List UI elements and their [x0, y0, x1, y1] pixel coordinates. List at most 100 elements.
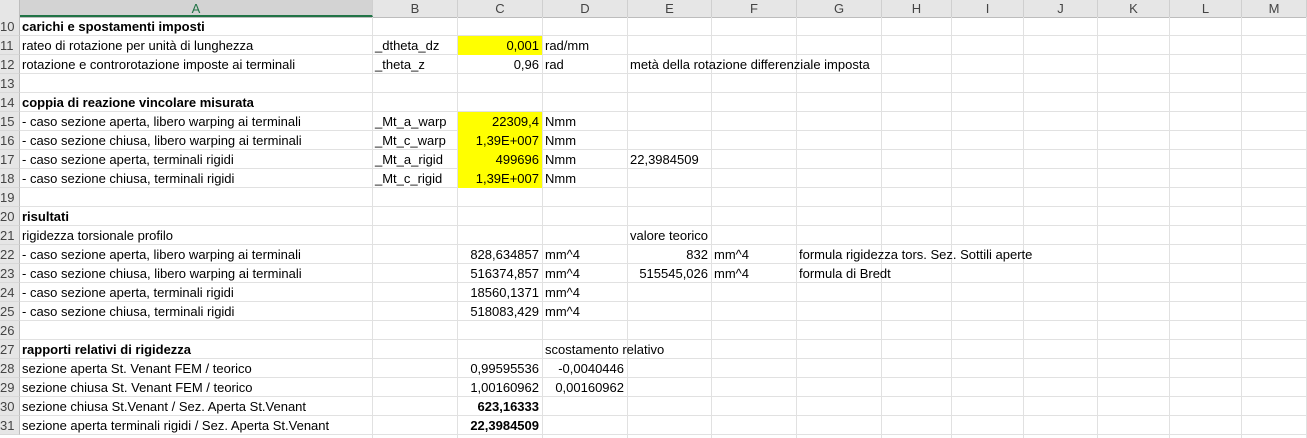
- cell-d15[interactable]: Nmm: [543, 112, 576, 131]
- cell-c29[interactable]: 1,00160962: [458, 378, 542, 397]
- cell-d29[interactable]: 0,00160962: [543, 378, 627, 397]
- cell-a29[interactable]: sezione chiusa St. Venant FEM / teorico: [20, 378, 253, 397]
- cell-e17[interactable]: 22,3984509: [628, 150, 699, 169]
- cell-a10[interactable]: carichi e spostamenti imposti: [20, 17, 205, 36]
- cell-c11[interactable]: 0,001: [458, 36, 542, 55]
- cell-a27[interactable]: rapporti relativi di rigidezza: [20, 340, 191, 359]
- cell-c24[interactable]: 18560,1371: [458, 283, 542, 302]
- cell-a20[interactable]: risultati: [20, 207, 69, 226]
- row-header[interactable]: 11: [0, 36, 20, 55]
- row-header[interactable]: 14: [0, 93, 20, 112]
- cell-d18[interactable]: Nmm: [543, 169, 576, 188]
- row-header[interactable]: 27: [0, 340, 20, 359]
- column-header-l[interactable]: L: [1170, 0, 1242, 17]
- column-header-j[interactable]: J: [1024, 0, 1098, 17]
- cell-a30[interactable]: sezione chiusa St.Venant / Sez. Aperta S…: [20, 397, 306, 416]
- cell-c28[interactable]: 0,99595536: [458, 359, 542, 378]
- spreadsheet-grid[interactable]: ABCDEFGHIJKLM 10 carichi e spostamenti im…: [0, 0, 1307, 438]
- cell-d25[interactable]: mm^4: [543, 302, 580, 321]
- column-header-a[interactable]: A: [20, 0, 373, 17]
- cell-d11[interactable]: rad/mm: [543, 36, 589, 55]
- cell-d22[interactable]: mm^4: [543, 245, 580, 264]
- row-header[interactable]: 23: [0, 264, 20, 283]
- cell-c18[interactable]: 1,39E+007: [458, 169, 542, 188]
- row-header[interactable]: 17: [0, 150, 20, 169]
- cell-c31[interactable]: 22,3984509: [458, 416, 542, 435]
- row-header[interactable]: 29: [0, 378, 20, 397]
- cell-b17[interactable]: _Mt_a_rigid: [373, 150, 443, 169]
- row-header[interactable]: 20: [0, 207, 20, 226]
- cell-d28[interactable]: -0,0040446: [543, 359, 627, 378]
- cell-g22[interactable]: formula rigidezza tors. Sez. Sottili ape…: [797, 245, 1032, 264]
- cell-a24[interactable]: - caso sezione aperta, terminali rigidi: [20, 283, 234, 302]
- row-header[interactable]: 10: [0, 17, 20, 36]
- cell-a18[interactable]: - caso sezione chiusa, terminali rigidi: [20, 169, 234, 188]
- row-header[interactable]: 30: [0, 397, 20, 416]
- cell-c12[interactable]: 0,96: [458, 55, 542, 74]
- cell-a11[interactable]: rateo di rotazione per unità di lunghezz…: [20, 36, 253, 55]
- cell-b18[interactable]: _Mt_c_rigid: [373, 169, 442, 188]
- cell-a12[interactable]: rotazione e controrotazione imposte ai t…: [20, 55, 295, 74]
- cell-a16[interactable]: - caso sezione chiusa, libero warping ai…: [20, 131, 302, 150]
- row-header[interactable]: 28: [0, 359, 20, 378]
- cell-d24[interactable]: mm^4: [543, 283, 580, 302]
- row-header[interactable]: 15: [0, 112, 20, 131]
- column-header-d[interactable]: D: [543, 0, 628, 17]
- cell-c22[interactable]: 828,634857: [458, 245, 542, 264]
- cell-a15[interactable]: - caso sezione aperta, libero warping ai…: [20, 112, 301, 131]
- cell-e21[interactable]: valore teorico: [628, 226, 708, 245]
- cell-b11[interactable]: _dtheta_dz: [373, 36, 439, 55]
- cell-c16[interactable]: 1,39E+007: [458, 131, 542, 150]
- row-header[interactable]: 12: [0, 55, 20, 74]
- cell-c15[interactable]: 22309,4: [458, 112, 542, 131]
- select-all-corner[interactable]: [0, 0, 20, 17]
- row-header[interactable]: 21: [0, 226, 20, 245]
- column-header-b[interactable]: B: [373, 0, 458, 17]
- cell-c30[interactable]: 623,16333: [458, 397, 542, 416]
- row-header[interactable]: 19: [0, 188, 20, 207]
- cell-d23[interactable]: mm^4: [543, 264, 580, 283]
- column-header-i[interactable]: I: [952, 0, 1024, 17]
- cell-e12[interactable]: metà della rotazione differenziale impos…: [628, 55, 870, 74]
- cell-d16[interactable]: Nmm: [543, 131, 576, 150]
- cell-d12[interactable]: rad: [543, 55, 564, 74]
- row-header[interactable]: 18: [0, 169, 20, 188]
- cell-a14[interactable]: coppia di reazione vincolare misurata: [20, 93, 254, 112]
- table-row: [20, 17, 1307, 36]
- cell-b12[interactable]: _theta_z: [373, 55, 425, 74]
- cell-a28[interactable]: sezione aperta St. Venant FEM / teorico: [20, 359, 252, 378]
- cell-a31[interactable]: sezione aperta terminali rigidi / Sez. A…: [20, 416, 329, 435]
- cell-c17[interactable]: 499696: [458, 150, 542, 169]
- cell-e23[interactable]: 515545,026: [628, 264, 711, 283]
- column-header-e[interactable]: E: [628, 0, 712, 17]
- cell-a23[interactable]: - caso sezione chiusa, libero warping ai…: [20, 264, 302, 283]
- cell-a22[interactable]: - caso sezione aperta, libero warping ai…: [20, 245, 301, 264]
- cell-e22[interactable]: 832: [628, 245, 711, 264]
- column-header-f[interactable]: F: [712, 0, 797, 17]
- row-header[interactable]: 16: [0, 131, 20, 150]
- cell-a21[interactable]: rigidezza torsionale profilo: [20, 226, 173, 245]
- row-header[interactable]: 31: [0, 416, 20, 435]
- column-header-h[interactable]: H: [882, 0, 952, 17]
- row-header[interactable]: 22: [0, 245, 20, 264]
- row-header[interactable]: 25: [0, 302, 20, 321]
- cell-d17[interactable]: Nmm: [543, 150, 576, 169]
- column-header-g[interactable]: G: [797, 0, 882, 17]
- cell-b16[interactable]: _Mt_c_warp: [373, 131, 446, 150]
- column-header-c[interactable]: C: [458, 0, 543, 17]
- cell-f22[interactable]: mm^4: [712, 245, 749, 264]
- row-header[interactable]: 24: [0, 283, 20, 302]
- column-header-m[interactable]: M: [1242, 0, 1307, 17]
- table-row: [20, 321, 1307, 340]
- cell-d27[interactable]: scostamento relativo: [543, 340, 664, 359]
- row-header[interactable]: 13: [0, 74, 20, 93]
- cell-a25[interactable]: - caso sezione chiusa, terminali rigidi: [20, 302, 234, 321]
- cell-c23[interactable]: 516374,857: [458, 264, 542, 283]
- cell-a17[interactable]: - caso sezione aperta, terminali rigidi: [20, 150, 234, 169]
- row-header[interactable]: 26: [0, 321, 20, 340]
- cell-g23[interactable]: formula di Bredt: [797, 264, 891, 283]
- cell-c25[interactable]: 518083,429: [458, 302, 542, 321]
- cell-b15[interactable]: _Mt_a_warp: [373, 112, 447, 131]
- cell-f23[interactable]: mm^4: [712, 264, 749, 283]
- column-header-k[interactable]: K: [1098, 0, 1170, 17]
